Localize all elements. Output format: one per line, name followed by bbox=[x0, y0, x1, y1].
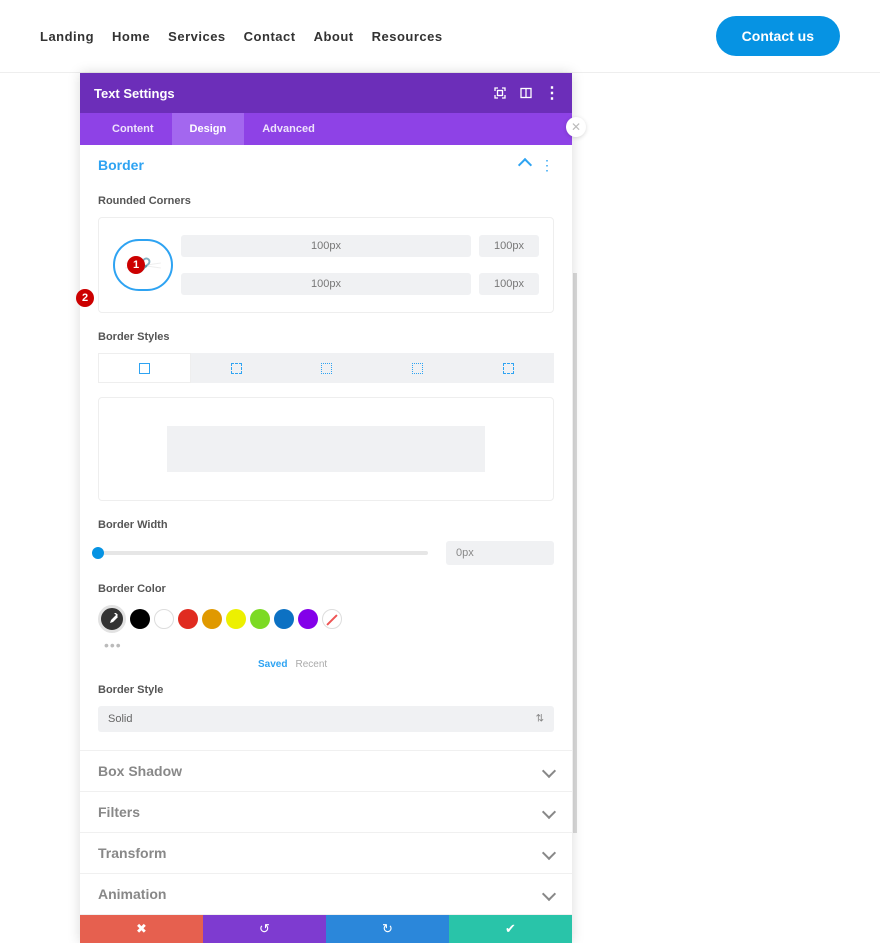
color-picker-swatch[interactable] bbox=[98, 605, 126, 633]
rounded-corners-label: Rounded Corners bbox=[98, 195, 554, 207]
border-width-label: Border Width bbox=[98, 519, 554, 531]
border-side-left[interactable] bbox=[463, 353, 554, 383]
animation-header[interactable]: Animation bbox=[80, 874, 572, 914]
nav-link[interactable]: Home bbox=[112, 29, 150, 44]
filters-section: Filters bbox=[80, 792, 572, 833]
rounded-corners-control: 2 100px 1 🔗 100px 100px 100px bbox=[98, 217, 554, 313]
recent-colors-label[interactable]: Recent bbox=[295, 659, 327, 670]
settings-panel: Text Settings ⋮ Content Design Advanced … bbox=[80, 73, 572, 943]
border-side-all[interactable] bbox=[98, 353, 191, 383]
corner-top-right-input[interactable]: 100px bbox=[479, 235, 539, 257]
redo-button[interactable]: ↻ bbox=[326, 915, 449, 943]
chevron-down-icon bbox=[542, 764, 556, 778]
cancel-button[interactable]: ✖ bbox=[80, 915, 203, 943]
section-title: Box Shadow bbox=[98, 763, 182, 779]
section-title: Filters bbox=[98, 804, 140, 820]
border-preview-inner bbox=[167, 426, 485, 472]
color-swatch[interactable] bbox=[130, 609, 150, 629]
border-section-header[interactable]: Border ⋮ bbox=[80, 145, 572, 185]
chevron-down-icon bbox=[542, 846, 556, 860]
chevron-down-icon bbox=[542, 887, 556, 901]
color-swatch[interactable] bbox=[202, 609, 222, 629]
nav-link[interactable]: About bbox=[314, 29, 354, 44]
border-section: Border ⋮ Rounded Corners 2 100px 1 🔗 100… bbox=[80, 145, 572, 751]
border-color-label: Border Color bbox=[98, 583, 554, 595]
color-swatch[interactable] bbox=[298, 609, 318, 629]
border-side-picker bbox=[98, 353, 554, 383]
tab-design[interactable]: Design bbox=[172, 113, 245, 145]
main-nav: Landing Home Services Contact About Reso… bbox=[40, 29, 443, 44]
save-button[interactable]: ✔ bbox=[449, 915, 572, 943]
color-swatch[interactable] bbox=[274, 609, 294, 629]
corner-bottom-left-input[interactable]: 100px bbox=[181, 273, 471, 295]
color-swatch-none[interactable] bbox=[322, 609, 342, 629]
tab-advanced[interactable]: Advanced bbox=[244, 113, 333, 145]
border-style-select[interactable]: Solid ⇅ bbox=[98, 706, 554, 732]
corner-preview[interactable]: 1 🔗 bbox=[113, 239, 173, 291]
chevron-up-icon bbox=[518, 158, 532, 172]
border-styles-label: Border Styles bbox=[98, 331, 554, 343]
border-side-bottom[interactable] bbox=[372, 353, 463, 383]
chevron-down-icon bbox=[542, 805, 556, 819]
border-width-input[interactable]: 0px bbox=[446, 541, 554, 565]
animation-section: Animation bbox=[80, 874, 572, 915]
border-preview bbox=[98, 397, 554, 501]
panel-footer: ✖ ↺ ↻ ✔ bbox=[80, 915, 572, 943]
saved-colors-label[interactable]: Saved bbox=[258, 659, 287, 670]
tab-content[interactable]: Content bbox=[94, 113, 172, 145]
section-title: Transform bbox=[98, 845, 166, 861]
border-width-slider[interactable] bbox=[98, 551, 428, 555]
top-bar: Landing Home Services Contact About Reso… bbox=[0, 0, 880, 73]
undo-button[interactable]: ↺ bbox=[203, 915, 326, 943]
more-colors-icon[interactable]: ••• bbox=[98, 637, 554, 653]
border-side-top[interactable] bbox=[191, 353, 282, 383]
section-title: Border bbox=[98, 157, 144, 173]
border-style-label: Border Style bbox=[98, 684, 554, 696]
transform-header[interactable]: Transform bbox=[80, 833, 572, 873]
box-shadow-section: Box Shadow bbox=[80, 751, 572, 792]
close-icon[interactable]: ✕ bbox=[566, 117, 586, 137]
nav-link[interactable]: Landing bbox=[40, 29, 94, 44]
nav-link[interactable]: Contact bbox=[244, 29, 296, 44]
section-title: Animation bbox=[98, 886, 166, 902]
color-swatch[interactable] bbox=[154, 609, 174, 629]
select-caret-icon: ⇅ bbox=[536, 714, 544, 725]
expand-icon[interactable] bbox=[494, 87, 506, 99]
panel-title: Text Settings bbox=[94, 86, 175, 101]
kebab-icon[interactable]: ⋮ bbox=[546, 87, 558, 99]
columns-icon[interactable] bbox=[520, 87, 532, 99]
annotation-badge-1: 1 bbox=[127, 256, 145, 274]
kebab-icon[interactable]: ⋮ bbox=[540, 160, 554, 170]
filters-header[interactable]: Filters bbox=[80, 792, 572, 832]
contact-button[interactable]: Contact us bbox=[716, 16, 840, 56]
corner-top-left-input[interactable]: 100px bbox=[181, 235, 471, 257]
scroll-shadow bbox=[573, 273, 577, 833]
nav-link[interactable]: Resources bbox=[372, 29, 443, 44]
color-swatch[interactable] bbox=[226, 609, 246, 629]
tab-bar: Content Design Advanced bbox=[80, 113, 572, 145]
slider-thumb[interactable] bbox=[92, 547, 104, 559]
color-swatch[interactable] bbox=[250, 609, 270, 629]
box-shadow-header[interactable]: Box Shadow bbox=[80, 751, 572, 791]
annotation-badge-2: 2 bbox=[76, 289, 94, 307]
color-swatch[interactable] bbox=[178, 609, 198, 629]
nav-link[interactable]: Services bbox=[168, 29, 226, 44]
panel-header[interactable]: Text Settings ⋮ bbox=[80, 73, 572, 113]
color-swatches bbox=[98, 605, 554, 633]
border-side-right[interactable] bbox=[282, 353, 373, 383]
corner-bottom-right-input[interactable]: 100px bbox=[479, 273, 539, 295]
transform-section: Transform bbox=[80, 833, 572, 874]
